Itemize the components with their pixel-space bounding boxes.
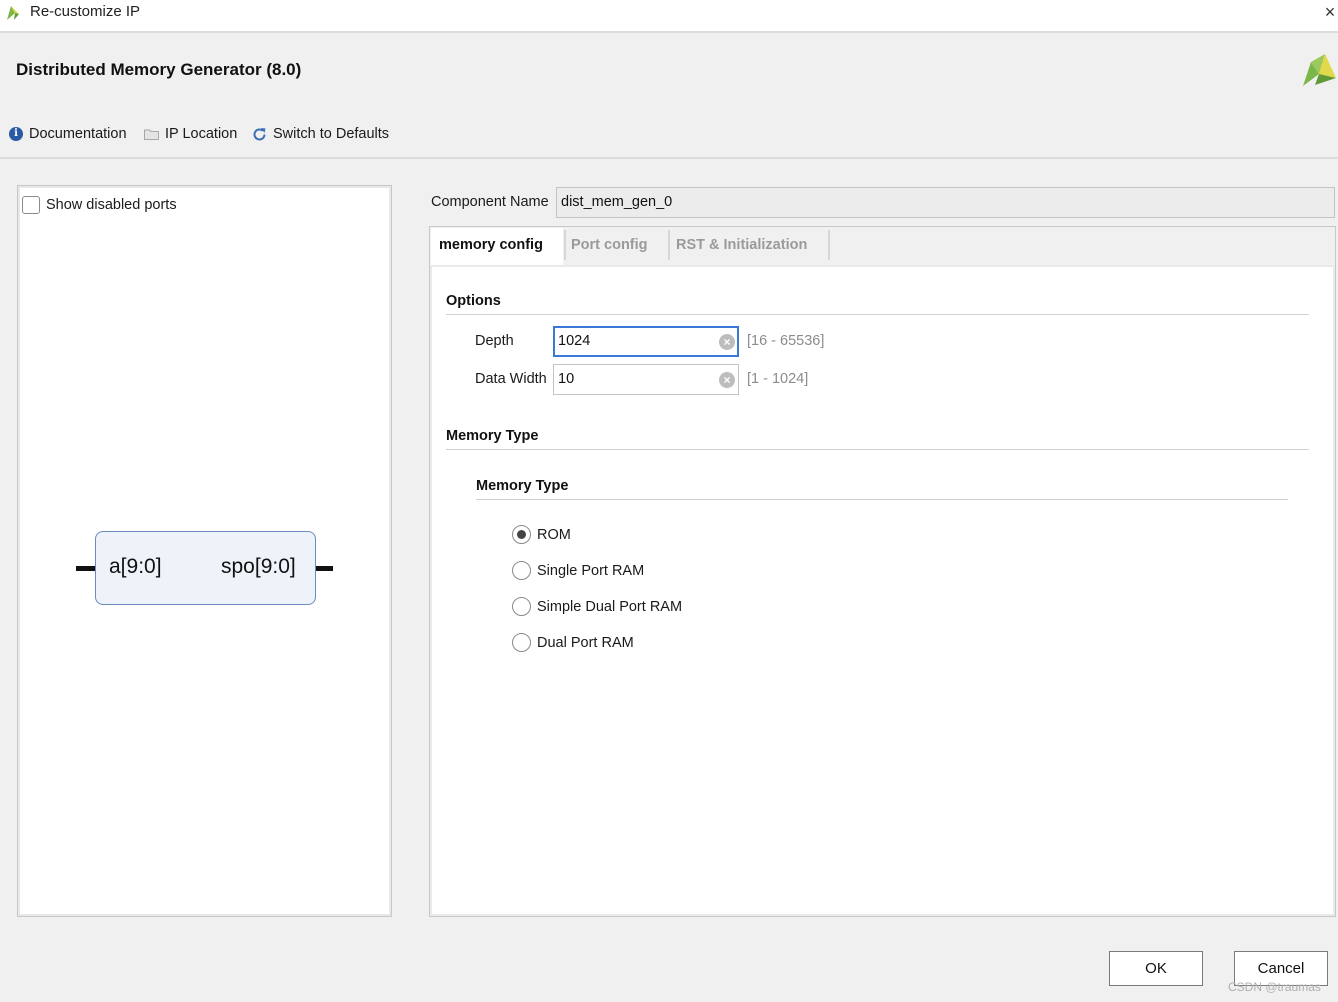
ip-location-label: IP Location	[165, 126, 238, 142]
input-pin	[76, 566, 96, 571]
ip-title: Distributed Memory Generator (8.0)	[16, 60, 302, 79]
port-spo-label: spo[9:0]	[221, 555, 296, 578]
memory-type-section-title: Memory Type	[446, 428, 539, 444]
ok-button[interactable]: OK	[1109, 951, 1203, 986]
radio-option-dual-port-ram[interactable]: Dual Port RAM	[512, 633, 634, 652]
section-divider	[446, 314, 1309, 315]
radio-label: Simple Dual Port RAM	[537, 598, 683, 615]
depth-input[interactable]: 1024	[553, 326, 739, 357]
tab-rst-initialization[interactable]: RST & Initialization	[676, 228, 807, 265]
show-disabled-ports-label: Show disabled ports	[46, 197, 177, 213]
component-name-field[interactable]: dist_mem_gen_0	[556, 187, 1335, 218]
radio-label: Single Port RAM	[537, 562, 645, 579]
window-title: Re-customize IP	[30, 3, 141, 20]
options-section-title: Options	[446, 293, 501, 309]
toolbar-divider	[0, 157, 1338, 159]
watermark: CSDN @traumas	[1228, 980, 1321, 994]
radio-label: ROM	[537, 526, 571, 543]
title-divider	[0, 31, 1338, 33]
radio-button[interactable]	[512, 633, 531, 652]
radio-label: Dual Port RAM	[537, 634, 634, 651]
switch-to-defaults-label: Switch to Defaults	[273, 126, 390, 142]
radio-button[interactable]	[512, 561, 531, 580]
documentation-label: Documentation	[29, 126, 127, 142]
tab-content-panel	[429, 265, 1336, 917]
radio-option-simple-dual-port-ram[interactable]: Simple Dual Port RAM	[512, 597, 682, 616]
clear-icon[interactable]: ×	[719, 334, 735, 350]
radio-option-single-port-ram[interactable]: Single Port RAM	[512, 561, 644, 580]
folder-icon	[144, 129, 159, 140]
radio-button[interactable]	[512, 597, 531, 616]
component-name-label: Component Name	[431, 194, 549, 210]
radio-button[interactable]	[512, 525, 531, 544]
data-width-range-hint: [1 - 1024]	[747, 371, 809, 387]
clear-icon[interactable]: ×	[719, 372, 735, 388]
data-width-label: Data Width	[475, 371, 547, 387]
group-divider	[476, 499, 1288, 500]
refresh-icon	[253, 127, 266, 140]
depth-label: Depth	[475, 333, 514, 349]
tab-port-config[interactable]: Port config	[571, 228, 648, 265]
title-bar	[0, 0, 1338, 31]
output-pin	[315, 566, 333, 571]
switch-to-defaults-button[interactable]: Switch to Defaults	[252, 124, 389, 144]
depth-range-hint: [16 - 65536]	[747, 333, 825, 349]
tab-divider	[668, 230, 670, 260]
tab-memory-config[interactable]: memory config	[431, 228, 563, 265]
close-icon[interactable]: ×	[1322, 0, 1338, 26]
show-disabled-ports-checkbox[interactable]	[22, 196, 40, 214]
ip-location-button[interactable]: IP Location	[144, 124, 237, 144]
vivado-logo-icon	[7, 6, 19, 20]
vivado-logo-icon	[1303, 54, 1336, 86]
port-a-label: a[9:0]	[109, 555, 162, 578]
tab-divider	[828, 230, 830, 260]
documentation-button[interactable]: i Documentation	[9, 124, 127, 144]
tab-divider	[564, 230, 566, 260]
info-icon: i	[9, 127, 23, 141]
data-width-input[interactable]: 10	[553, 364, 739, 395]
radio-option-rom[interactable]: ROM	[512, 525, 571, 544]
show-disabled-ports-toggle[interactable]: Show disabled ports	[22, 196, 177, 214]
section-divider	[446, 449, 1309, 450]
memory-type-group-title: Memory Type	[476, 478, 569, 494]
